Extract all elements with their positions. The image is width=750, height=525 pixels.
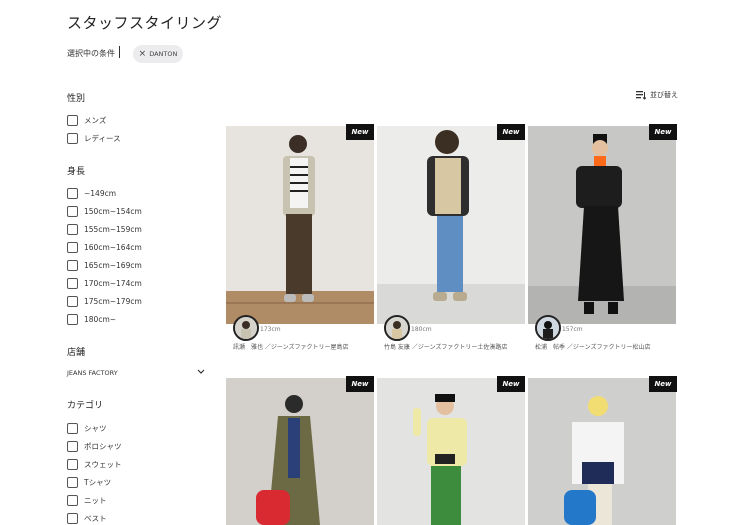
condition-chip-label: DANTON: [149, 50, 178, 58]
styling-image: [528, 126, 676, 324]
styling-photo[interactable]: [226, 378, 374, 525]
close-icon[interactable]: ×: [139, 49, 147, 59]
checkbox[interactable]: [67, 513, 78, 524]
filter-height-option[interactable]: 180cm~: [67, 314, 116, 325]
new-badge: New: [346, 376, 374, 392]
sort-icon: [636, 90, 646, 100]
staff-height: 157cm: [562, 326, 583, 333]
styling-photo[interactable]: [377, 126, 525, 324]
styling-image: [377, 378, 525, 525]
option-label: ベスト: [84, 514, 107, 523]
checkbox[interactable]: [67, 495, 78, 506]
option-label: 155cm~159cm: [84, 225, 142, 234]
staff-caption[interactable]: 訊瀬 雅也 ／ジーンズファクトリー屋島店: [233, 343, 373, 352]
checkbox[interactable]: [67, 459, 78, 470]
checkbox[interactable]: [67, 115, 78, 126]
filter-category-title: カテゴリ: [67, 401, 104, 411]
staff-caption[interactable]: 松浦 帖季 ／ジーンズファクトリー松山店: [535, 343, 675, 352]
filter-gender-ladies[interactable]: レディース: [67, 133, 121, 144]
conditions-label: 選択中の条件: [67, 49, 115, 58]
checkbox[interactable]: [67, 260, 78, 271]
styling-image: [528, 378, 676, 525]
store-select[interactable]: JEANS FACTORY: [67, 369, 205, 377]
filter-category-option[interactable]: ニット: [67, 495, 107, 506]
option-label: スウェット: [84, 460, 122, 469]
filter-height-option[interactable]: 170cm~174cm: [67, 278, 142, 289]
filter-category-option[interactable]: Tシャツ: [67, 477, 111, 488]
store-select-value: JEANS FACTORY: [67, 369, 118, 377]
staff-height: 173cm: [260, 326, 281, 333]
styling-photo[interactable]: [528, 378, 676, 525]
styling-image: [377, 126, 525, 324]
option-label: ポロシャツ: [84, 442, 122, 451]
filter-height-option[interactable]: 150cm~154cm: [67, 206, 142, 217]
filter-height-option[interactable]: 175cm~179cm: [67, 296, 142, 307]
checkbox[interactable]: [67, 423, 78, 434]
checkbox[interactable]: [67, 314, 78, 325]
option-label: 180cm~: [84, 315, 117, 324]
filter-gender-title: 性別: [67, 94, 86, 104]
filter-store-title: 店舗: [67, 348, 86, 358]
option-label: シャツ: [84, 424, 107, 433]
styling-image: [226, 378, 374, 525]
checkbox[interactable]: [67, 224, 78, 235]
new-badge: New: [497, 124, 525, 140]
option-label: 150cm~154cm: [84, 207, 142, 216]
styling-photo[interactable]: [377, 378, 525, 525]
option-label: 160cm~164cm: [84, 243, 142, 252]
checkbox[interactable]: [67, 188, 78, 199]
sort-button[interactable]: 並び替え: [636, 90, 678, 100]
option-label: 170cm~174cm: [84, 279, 142, 288]
option-label: ニット: [84, 496, 107, 505]
avatar[interactable]: [233, 315, 259, 341]
option-label: 175cm~179cm: [84, 297, 142, 306]
checkbox[interactable]: [67, 278, 78, 289]
filter-height-option[interactable]: 165cm~169cm: [67, 260, 142, 271]
option-label: 165cm~169cm: [84, 261, 142, 270]
filter-gender-mens[interactable]: メンズ: [67, 115, 106, 126]
checkbox[interactable]: [67, 441, 78, 452]
checkbox[interactable]: [67, 133, 78, 144]
avatar[interactable]: [535, 315, 561, 341]
filter-category-option[interactable]: スウェット: [67, 459, 122, 470]
checkbox[interactable]: [67, 206, 78, 217]
filter-height-option[interactable]: ~149cm: [67, 188, 116, 199]
styling-photo[interactable]: [528, 126, 676, 324]
filter-category-option[interactable]: シャツ: [67, 423, 107, 434]
option-label: メンズ: [84, 116, 107, 125]
avatar[interactable]: [384, 315, 410, 341]
sort-label: 並び替え: [650, 91, 678, 99]
staff-caption[interactable]: 竹島 友康 ／ジーンズファクトリー土佐湊路店: [384, 343, 522, 352]
new-badge: New: [497, 376, 525, 392]
chevron-down-icon: [197, 369, 205, 374]
option-label: Tシャツ: [84, 478, 112, 487]
new-badge: New: [649, 376, 677, 392]
option-label: ~149cm: [84, 189, 117, 198]
filter-height-option[interactable]: 160cm~164cm: [67, 242, 142, 253]
checkbox[interactable]: [67, 242, 78, 253]
checkbox[interactable]: [67, 477, 78, 488]
styling-photo[interactable]: [226, 126, 374, 324]
new-badge: New: [346, 124, 374, 140]
filter-category-option[interactable]: ベスト: [67, 513, 107, 524]
condition-chip[interactable]: × DANTON: [133, 45, 183, 63]
checkbox[interactable]: [67, 296, 78, 307]
filter-height-title: 身長: [67, 167, 86, 177]
new-badge: New: [649, 124, 677, 140]
filter-height-option[interactable]: 155cm~159cm: [67, 224, 142, 235]
page-title: スタッフスタイリング: [67, 14, 223, 32]
filter-category-option[interactable]: ポロシャツ: [67, 441, 122, 452]
divider: [119, 46, 120, 58]
staff-height: 180cm: [411, 326, 432, 333]
option-label: レディース: [84, 134, 121, 143]
styling-image: [226, 126, 374, 324]
